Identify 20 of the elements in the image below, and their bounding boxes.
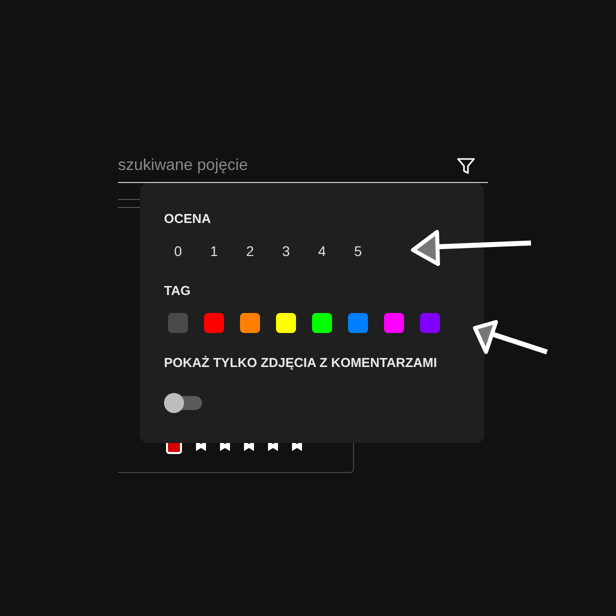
tag-swatch[interactable] (168, 313, 188, 333)
rating-option[interactable]: 4 (308, 241, 336, 261)
tag-swatch[interactable] (384, 313, 404, 333)
section-label: TAG (164, 283, 192, 299)
search-field[interactable]: szukiwane pojęcie (118, 152, 456, 180)
rating-option[interactable]: 0 (164, 241, 192, 261)
rating-option[interactable]: 2 (236, 241, 264, 261)
toggle-switch[interactable] (164, 393, 202, 413)
section-label: POKAŻ TYLKO ZDJĘCIA Z KOMENTARZAMI (164, 355, 438, 371)
rating-option[interactable]: 1 (200, 241, 228, 261)
rating-option[interactable]: 5 (344, 241, 372, 261)
rating-option[interactable]: 3 (272, 241, 300, 261)
tag-swatch[interactable] (240, 313, 260, 333)
section-label: OCENA (164, 211, 212, 227)
tag-swatch[interactable] (420, 313, 440, 333)
tag-swatch[interactable] (276, 313, 296, 333)
tag-swatch[interactable] (312, 313, 332, 333)
tag-swatch[interactable] (204, 313, 224, 333)
tag-swatch[interactable] (348, 313, 368, 333)
filter-icon[interactable] (456, 156, 476, 176)
